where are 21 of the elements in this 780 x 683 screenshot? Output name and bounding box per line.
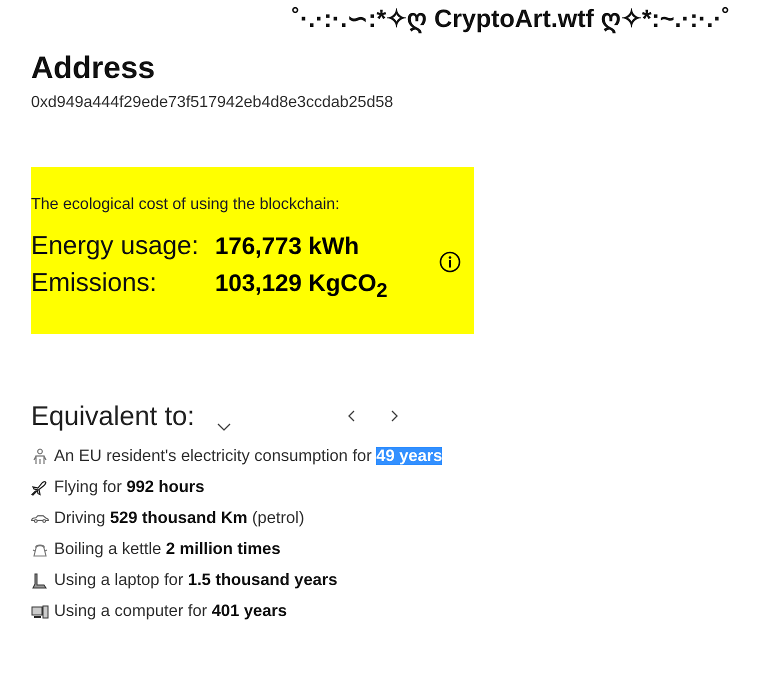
address-heading: Address xyxy=(31,50,156,86)
wallet-address: 0xd949a444f29ede73f517942eb4d8e3ccdab25d58 xyxy=(31,94,394,112)
person-icon xyxy=(31,448,49,466)
computer-icon xyxy=(31,602,49,620)
plane-icon xyxy=(31,478,49,496)
metric-value: 176,773 kWh xyxy=(215,233,360,261)
site-title: ˚·.·:·.∽:*✧ღ CryptoArt.wtf ღ✧*:~.·:·.·˚ xyxy=(292,4,730,34)
equivalent-heading: Equivalent to: xyxy=(31,400,195,432)
equivalent-item: Driving 529 thousand Km (petrol) xyxy=(54,509,304,528)
info-icon[interactable] xyxy=(439,251,461,274)
cost-intro: The ecological cost of using the blockchain: xyxy=(31,196,341,214)
equivalent-item: Using a laptop for 1.5 thousand years xyxy=(54,571,338,590)
metric-value: 103,129 KgCO$_{2}$ xyxy=(215,270,388,303)
equivalent-item: Boiling a kettle 2 million times xyxy=(54,540,281,559)
equivalent-item: Using a computer for 401 years xyxy=(54,602,287,621)
equivalent-item: An EU resident's electricity consumption for 49 years xyxy=(54,447,442,466)
metric-label: Energy usage: xyxy=(31,230,200,261)
chevron-down-icon[interactable] xyxy=(216,423,231,431)
metric-label: Emissions: xyxy=(31,267,158,298)
equivalent-item: Flying for 992 hours xyxy=(54,478,204,497)
car-icon xyxy=(31,514,49,522)
